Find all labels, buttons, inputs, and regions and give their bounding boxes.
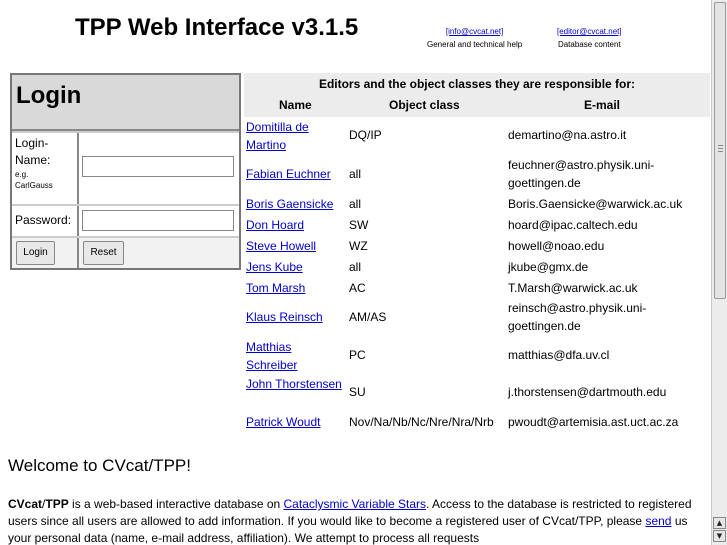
editors-caption: Editors and the object classes they are … (318, 77, 636, 91)
login-hint-2: CarlGauss (15, 181, 53, 190)
editor-name-link[interactable]: Boris Gaensicke (246, 195, 344, 213)
editor-class: Nov/Na/Nb/Nc/Nre/Nra/Nrb (349, 415, 494, 429)
editor-email: feuchner@astro.physik.uni-goettingen.de (508, 158, 655, 190)
editor-class: AC (349, 281, 366, 295)
reset-button[interactable]: Reset (83, 241, 124, 265)
editor-email-link[interactable]: [editor@cvcat.net] (557, 25, 622, 38)
cv-stars-link[interactable]: Cataclysmic Variable Stars (284, 497, 427, 511)
brand-cvcat: CVcat (8, 497, 43, 511)
login-name-label-1: Login- (15, 136, 49, 150)
password-row: Password: (12, 206, 239, 236)
editor-name-link[interactable]: Tom Marsh (246, 279, 344, 297)
grip-line (718, 148, 723, 149)
editor-email: hoard@ipac.caltech.edu (508, 218, 638, 232)
grip-line (718, 151, 723, 152)
editor-email: matthias@dfa.uv.cl (508, 348, 610, 362)
scrollbar-thumb[interactable] (714, 2, 726, 299)
info-email-link[interactable]: [info@cvcat.net] (427, 25, 522, 38)
login-header: Login (12, 75, 239, 131)
login-name-row: Login- Name: e.g. CarlGauss (12, 133, 239, 204)
editor-name-link[interactable]: Klaus Reinsch (246, 308, 344, 326)
login-name-label-2: Name: (15, 153, 51, 167)
editor-email: jkube@gmx.de (508, 260, 589, 274)
scroll-up-icon[interactable]: ▲ (713, 517, 726, 529)
page-content: TPP Web Interface v3.1.5 [info@cvcat.net… (0, 0, 711, 545)
editor-name-link[interactable]: John Thorstensen (246, 375, 344, 393)
editor-name-link[interactable]: Patrick Woudt (246, 413, 344, 431)
column-header-name: Name (279, 98, 312, 112)
editor-name-link[interactable]: Fabian Euchner (246, 165, 344, 183)
grip-line (718, 145, 723, 146)
login-name-label-cell: Login- Name: e.g. CarlGauss (12, 133, 79, 204)
table-row: Don Hoard SW hoard@ipac.caltech.edu (244, 216, 710, 236)
editor-email: j.thorstensen@dartmouth.edu (508, 385, 667, 399)
password-label-cell: Password: (12, 206, 79, 236)
scroll-down-icon[interactable]: ▼ (713, 530, 726, 542)
table-row: Boris Gaensicke all Boris.Gaensicke@warw… (244, 195, 710, 215)
editor-class: WZ (349, 239, 368, 253)
login-name-label: Login- Name: e.g. CarlGauss (15, 135, 53, 191)
editor-class: PC (349, 348, 366, 362)
table-row: John Thorstensen SU j.thorstensen@dartmo… (244, 375, 710, 411)
password-input[interactable] (82, 210, 234, 231)
login-button[interactable]: Login (16, 241, 55, 265)
login-heading: Login (16, 82, 82, 109)
editor-class: all (349, 167, 362, 181)
column-header-email: E-mail (584, 98, 621, 112)
editor-email: Boris.Gaensicke@warwick.ac.uk (508, 197, 683, 211)
editor-name-link[interactable]: Domitilla de Martino (246, 118, 344, 154)
editor-class: DQ/IP (349, 128, 382, 142)
contact-general-desc: General and technical help (427, 40, 523, 49)
password-label: Password: (15, 213, 72, 227)
table-row: Patrick Woudt Nov/Na/Nb/Nc/Nre/Nra/Nrb p… (244, 413, 710, 433)
contact-editor: [editor@cvcat.net] Database content (557, 25, 622, 51)
table-row: Jens Kube all jkube@gmx.de (244, 258, 710, 278)
editor-email: howell@noao.edu (508, 239, 605, 253)
page-title: TPP Web Interface v3.1.5 (75, 14, 359, 41)
editor-email: pwoudt@artemisia.ast.uct.ac.za (508, 415, 679, 429)
editor-name-link[interactable]: Jens Kube (246, 258, 344, 276)
editor-class: all (349, 260, 362, 274)
table-row: Domitilla de Martino DQ/IP demartino@na.… (244, 118, 710, 154)
login-hint-1: e.g. (15, 170, 29, 179)
editor-class: SU (349, 385, 366, 399)
login-name-input[interactable] (82, 156, 234, 177)
login-form: Login Login- Name: e.g. CarlGauss Passwo… (10, 73, 241, 270)
table-row: Matthias Schreiber PC matthias@dfa.uv.cl (244, 338, 710, 374)
table-row: Fabian Euchner all feuchner@astro.physik… (244, 155, 710, 194)
editor-name-link[interactable]: Steve Howell (246, 237, 344, 255)
table-row: Tom Marsh AC T.Marsh@warwick.ac.uk (244, 279, 710, 299)
editor-class: SW (349, 218, 369, 232)
intro-paragraph: CVcat/TPP is a web-based interactive dat… (8, 496, 708, 545)
table-row: Steve Howell WZ howell@noao.edu (244, 237, 710, 257)
editor-name-link[interactable]: Matthias Schreiber (246, 338, 344, 374)
editor-email: reinsch@astro.physik.uni-goettingen.de (508, 301, 647, 333)
contact-editor-desc: Database content (557, 40, 621, 49)
editor-class: all (349, 197, 362, 211)
editor-email: demartino@na.astro.it (508, 128, 627, 142)
editor-email: T.Marsh@warwick.ac.uk (508, 281, 638, 295)
column-header-object-class: Object class (389, 98, 460, 112)
welcome-heading: Welcome to CVcat/TPP! (8, 456, 191, 475)
contact-general: [info@cvcat.net] General and technical h… (427, 25, 522, 51)
editor-name-link[interactable]: Don Hoard (246, 216, 344, 234)
table-row: Klaus Reinsch AM/AS reinsch@astro.physik… (244, 299, 710, 337)
editors-table-header: Editors and the object classes they are … (244, 73, 710, 117)
vertical-scrollbar[interactable]: ▲ ▼ (711, 0, 727, 545)
brand-tpp: TPP (45, 497, 69, 511)
send-link[interactable]: send (645, 514, 671, 528)
editor-class: AM/AS (349, 310, 387, 324)
login-buttons-row: Login Reset (12, 238, 239, 268)
intro-text-a: is a web-based interactive database on (68, 497, 284, 511)
login-button-cell: Login (12, 238, 79, 268)
